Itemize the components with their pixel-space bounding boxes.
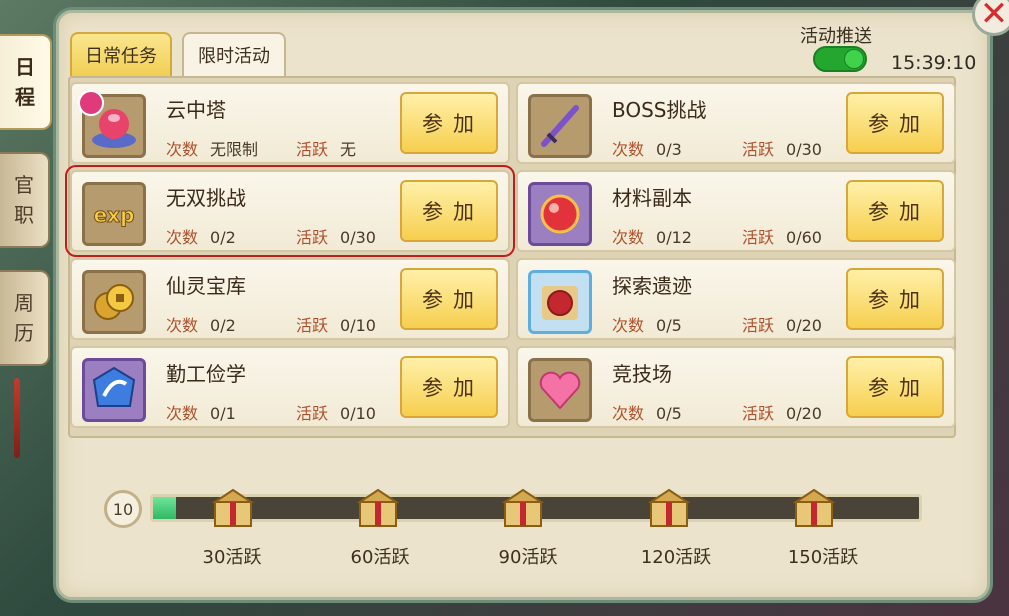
decorative-cord xyxy=(14,378,20,458)
activity-name: BOSS挑战 xyxy=(612,98,707,122)
activity-icon-frame xyxy=(528,358,592,422)
side-tab-weekly[interactable]: 周 历 xyxy=(0,270,50,366)
current-activity-points: 10 xyxy=(104,490,142,528)
side-tab-schedule[interactable]: 日 程 xyxy=(0,34,52,130)
join-button[interactable]: 参加 xyxy=(846,268,944,330)
activity-count: 次数 0/1 xyxy=(166,404,236,423)
activity-card-arena: 竞技场 次数 0/5 活跃 0/20 参加 xyxy=(516,346,956,428)
toggle-knob xyxy=(844,49,864,69)
tab-limited-events[interactable]: 限时活动 xyxy=(182,32,286,76)
side-tab-char: 周 xyxy=(14,291,34,315)
join-button[interactable]: 参加 xyxy=(400,268,498,330)
tab-label: 限时活动 xyxy=(198,46,270,67)
heart-icon xyxy=(539,371,581,410)
activity-card-spirit-treasury: 仙灵宝库 次数 0/2 活跃 0/10 参加 xyxy=(70,258,510,340)
tab-label: 日常任务 xyxy=(85,46,157,67)
activity-card-boss-challenge: BOSS挑战 次数 0/3 活跃 0/30 参加 xyxy=(516,82,956,164)
activity-name: 勤工俭学 xyxy=(166,362,246,386)
activity-points: 活跃 0/10 xyxy=(296,404,376,423)
svg-text:exp: exp xyxy=(94,203,135,227)
reward-chest-icon[interactable] xyxy=(354,484,402,530)
side-tab-char: 职 xyxy=(14,203,34,227)
side-tab-official[interactable]: 官 职 xyxy=(0,152,50,248)
activity-name: 探索遗迹 xyxy=(612,274,692,298)
side-tab-char: 官 xyxy=(14,173,34,197)
activity-name: 竞技场 xyxy=(612,362,672,386)
activity-count: 次数 0/12 xyxy=(612,228,692,247)
milestone-label: 120活跃 xyxy=(640,547,712,568)
milestone-label: 60活跃 xyxy=(350,547,410,568)
join-button[interactable]: 参加 xyxy=(846,92,944,154)
activity-name: 云中塔 xyxy=(166,98,226,122)
activity-points: 活跃无 xyxy=(296,140,357,159)
activity-card-explore-ruins: 探索遗迹 次数 0/5 活跃 0/20 参加 xyxy=(516,258,956,340)
activity-points: 活跃 0/20 xyxy=(742,316,822,335)
activity-count: 次数 无限制 xyxy=(166,140,259,159)
clock: 15:39:10 xyxy=(891,52,977,74)
side-tab-char: 日 xyxy=(15,55,35,79)
coins-icon xyxy=(94,284,134,320)
activity-count: 次数 0/3 xyxy=(612,140,682,159)
join-button[interactable]: 参加 xyxy=(400,92,498,154)
activity-icon-frame xyxy=(528,94,592,158)
activity-name: 材料副本 xyxy=(612,186,692,210)
activity-count: 次数 0/5 xyxy=(612,404,682,423)
activity-count: 次数 0/2 xyxy=(166,228,236,247)
badge-icon xyxy=(92,366,136,407)
side-tab-char: 历 xyxy=(14,321,34,345)
milestone-label: 150活跃 xyxy=(787,547,859,568)
reward-chest-icon[interactable] xyxy=(209,484,257,530)
close-icon: ✕ xyxy=(979,0,1009,34)
milestone-label: 30活跃 xyxy=(202,547,262,568)
side-tab-char: 程 xyxy=(15,85,35,109)
activity-icon-frame xyxy=(528,182,592,246)
activity-card-peerless-challenge: exp 无双挑战 次数 0/2 活跃 0/30 参加 xyxy=(65,165,515,257)
reward-chest-icon[interactable] xyxy=(790,484,838,530)
activity-icon-frame xyxy=(528,270,592,334)
activity-points: 活跃 0/20 xyxy=(742,404,822,423)
activity-card-material-dungeon: 材料副本 次数 0/12 活跃 0/60 参加 xyxy=(516,170,956,252)
join-button[interactable]: 参加 xyxy=(846,180,944,242)
activity-name: 无双挑战 xyxy=(166,186,246,210)
push-notification-toggle[interactable] xyxy=(813,46,867,72)
progress-fill xyxy=(153,497,176,519)
new-badge-dot xyxy=(78,90,104,116)
join-button[interactable]: 参加 xyxy=(846,356,944,418)
activity-card-cloud-tower: 云中塔 次数 无限制 活跃无 参加 xyxy=(70,82,510,164)
activity-points: 活跃 0/60 xyxy=(742,228,822,247)
join-button[interactable]: 参加 xyxy=(400,356,498,418)
reward-chest-icon[interactable] xyxy=(499,484,547,530)
activity-points: 活跃 0/10 xyxy=(296,316,376,335)
activity-count: 次数 0/2 xyxy=(166,316,236,335)
exp-icon: exp xyxy=(93,203,135,228)
orb-icon xyxy=(540,194,580,234)
activity-icon-frame xyxy=(82,270,146,334)
reward-chest-icon[interactable] xyxy=(645,484,693,530)
activity-card-work-study: 勤工俭学 次数 0/1 活跃 0/10 参加 xyxy=(70,346,510,428)
join-button[interactable]: 参加 xyxy=(400,180,498,242)
push-notification-label: 活动推送 xyxy=(800,26,872,47)
relic-icon xyxy=(542,286,578,320)
sword-icon xyxy=(541,105,579,147)
activity-count: 次数 0/5 xyxy=(612,316,682,335)
activity-points: 活跃 0/30 xyxy=(296,228,376,247)
activity-name: 仙灵宝库 xyxy=(166,274,246,298)
activity-points: 活跃 0/30 xyxy=(742,140,822,159)
milestone-label: 90活跃 xyxy=(498,547,558,568)
tab-daily-tasks[interactable]: 日常任务 xyxy=(70,32,172,76)
activity-icon-frame: exp xyxy=(82,182,146,246)
activity-icon-frame xyxy=(82,358,146,422)
